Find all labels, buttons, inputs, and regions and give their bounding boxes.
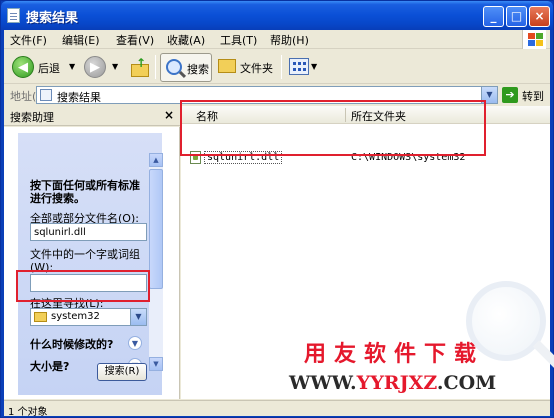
folder-up-icon[interactable]: ↑ <box>130 56 150 78</box>
views-dropdown-icon[interactable]: ▼ <box>311 62 317 71</box>
forward-dropdown-icon[interactable]: ▼ <box>112 62 118 71</box>
minimize-button[interactable]: _ <box>483 6 504 27</box>
lookin-highlight-box <box>16 270 150 302</box>
explorer-window: 搜索结果 _ □ × 文件(F) 编辑(E) 查看(V) 收藏(A) 工具(T)… <box>0 0 554 418</box>
folders-icon[interactable] <box>218 59 236 73</box>
folders-label[interactable]: 文件夹 <box>240 60 273 76</box>
toolbar-separator <box>155 55 156 79</box>
filename-input[interactable] <box>30 223 147 241</box>
pane-close-icon[interactable]: × <box>164 108 174 122</box>
menu-view[interactable]: 查看(V) <box>116 32 154 48</box>
back-dropdown-icon[interactable]: ▼ <box>69 62 75 71</box>
forward-arrow-icon[interactable]: ▶ <box>84 56 106 78</box>
chevron-down-icon[interactable]: ▼ <box>130 309 146 325</box>
search-window-icon <box>7 8 20 23</box>
address-value: 搜索结果 <box>57 91 101 104</box>
toolbar-separator <box>281 55 282 79</box>
back-label[interactable]: 后退 <box>38 60 60 76</box>
search-pane-title: 搜索助理 <box>10 111 54 124</box>
menu-edit[interactable]: 编辑(E) <box>62 32 100 48</box>
back-arrow-icon[interactable]: ◀ <box>12 56 34 78</box>
size-label[interactable]: 大小是? <box>30 358 69 374</box>
title-bar[interactable]: 搜索结果 _ □ × <box>1 1 553 30</box>
menu-help[interactable]: 帮助(H) <box>270 32 309 48</box>
lookin-select[interactable]: system32 ▼ <box>30 308 147 326</box>
expand-chevron-icon[interactable]: ▼ <box>128 336 142 350</box>
brand-watermark: 用友软件下载 <box>304 342 485 367</box>
status-text: 1 个对象 <box>8 407 48 418</box>
toolbar: ◀ 后退 ▼ ▶ ▼ ↑ 搜索 文件夹 ▼ <box>4 50 550 84</box>
menu-favorites[interactable]: 收藏(A) <box>167 32 205 48</box>
brand-url-prefix: WWW. <box>289 372 357 394</box>
windows-logo-icon <box>522 30 546 49</box>
when-modified-label[interactable]: 什么时候修改的? <box>30 336 113 352</box>
menu-tools[interactable]: 工具(T) <box>220 32 257 48</box>
scroll-thumb[interactable] <box>149 169 163 289</box>
lookin-value: system32 <box>51 311 100 322</box>
brand-url-suffix: .COM <box>436 372 497 394</box>
brand-url: WWW.YYRJXZ.COM <box>289 372 496 394</box>
search-submit-button[interactable]: 搜索(R) <box>97 363 147 381</box>
go-label: 转到 <box>522 90 544 103</box>
magnifier-handle <box>532 340 554 371</box>
magnifier-icon <box>166 59 182 75</box>
scroll-down-icon[interactable]: ▼ <box>149 357 163 371</box>
menu-bar: 文件(F) 编辑(E) 查看(V) 收藏(A) 工具(T) 帮助(H) <box>4 30 550 49</box>
search-toolbar-button[interactable]: 搜索 <box>160 53 212 82</box>
menu-file[interactable]: 文件(F) <box>10 32 47 48</box>
pane-scrollbar[interactable]: ▲ ▼ <box>149 153 163 371</box>
window-title: 搜索结果 <box>26 11 79 26</box>
brand-url-main: YYRJXZ <box>356 372 437 394</box>
search-results-icon <box>40 89 52 101</box>
search-pane-header: 搜索助理 × <box>4 106 180 126</box>
scroll-up-icon[interactable]: ▲ <box>149 153 163 167</box>
views-icon[interactable] <box>289 58 309 75</box>
window-client: 文件(F) 编辑(E) 查看(V) 收藏(A) 工具(T) 帮助(H) ◀ 后退… <box>4 30 554 418</box>
search-prompt: 按下面任何或所有标准进行搜索。 <box>30 179 140 205</box>
maximize-button[interactable]: □ <box>506 6 527 27</box>
search-toolbar-label: 搜索 <box>187 63 209 76</box>
go-arrow-icon: ➔ <box>502 87 518 103</box>
result-highlight-box <box>180 100 486 156</box>
status-bar: 1 个对象 <box>4 400 550 418</box>
folder-icon <box>34 312 47 322</box>
close-button[interactable]: × <box>529 6 550 27</box>
